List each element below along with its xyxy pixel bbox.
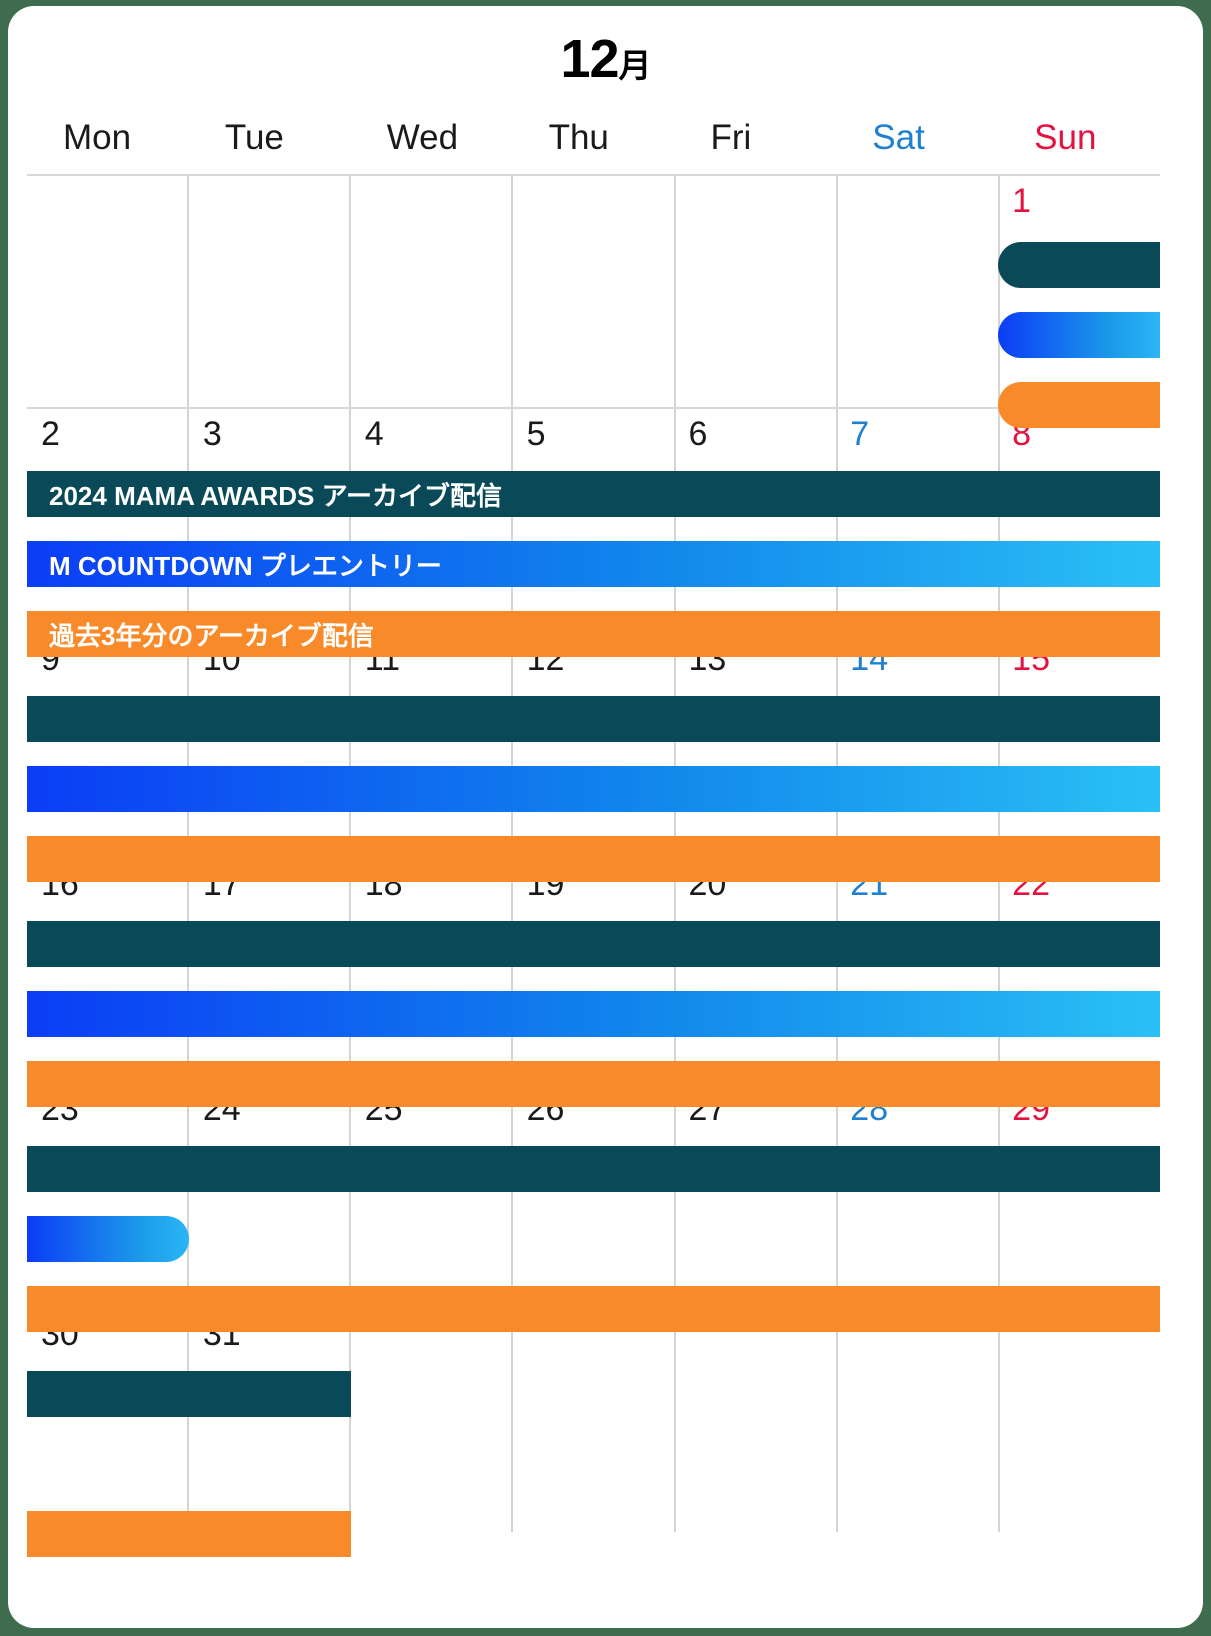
weekday-header-sat: Sat: [872, 118, 925, 157]
event-bar-teal[interactable]: 2024 MAMA AWARDS アーカイブ配信: [27, 471, 1160, 517]
day-number-7[interactable]: 7: [836, 409, 998, 465]
event-bar-label: M COUNTDOWN プレエントリー: [49, 550, 442, 581]
month-number: 12: [560, 29, 619, 89]
event-bar-teal[interactable]: [27, 1371, 351, 1417]
day-number-2[interactable]: 2: [27, 409, 189, 465]
day-number-1[interactable]: 1: [998, 176, 1160, 232]
event-bar-teal[interactable]: [27, 921, 1160, 967]
day-number-empty: [189, 176, 351, 232]
event-bar-orange[interactable]: [27, 1286, 1160, 1332]
event-bar-orange[interactable]: [27, 1511, 351, 1557]
calendar-week-row: 30 31: [27, 1307, 1160, 1557]
event-bars: [27, 690, 1160, 882]
calendar-card: 12月 Mon Tue Wed Thu Fri Sat Sun 1 2 3 4 5 6 7 8 2024 M…: [8, 6, 1203, 1628]
day-number-row: 2345678: [27, 409, 1160, 465]
event-bar-blue[interactable]: [998, 312, 1160, 358]
weekday-header-row: Mon Tue Wed Thu Fri Sat Sun: [27, 102, 1160, 174]
calendar-week-row: 23 24 25 26 27 28 29: [27, 1082, 1160, 1332]
day-number-6[interactable]: 6: [674, 409, 836, 465]
day-number-4[interactable]: 4: [351, 409, 513, 465]
event-bar-teal[interactable]: [27, 1146, 1160, 1192]
event-bar-orange[interactable]: [27, 1061, 1160, 1107]
event-bar-label: 過去3年分のアーカイブ配信: [49, 620, 374, 651]
weekday-header-tue: Tue: [224, 118, 284, 157]
weekday-header-mon: Mon: [63, 118, 132, 157]
day-number-row: 1: [27, 176, 1160, 232]
day-number-empty: [513, 176, 675, 232]
event-bar-label: 2024 MAMA AWARDS アーカイブ配信: [49, 480, 503, 511]
event-bars: [27, 915, 1160, 1107]
day-number-empty: [836, 176, 998, 232]
weekday-header-fri: Fri: [710, 118, 752, 157]
month-suffix: 月: [618, 47, 652, 84]
event-bar-blue[interactable]: [27, 991, 1160, 1037]
event-bar-teal[interactable]: [998, 242, 1160, 288]
day-number-empty: [674, 176, 836, 232]
day-number-3[interactable]: 3: [189, 409, 351, 465]
event-bar-orange[interactable]: [998, 382, 1160, 428]
page-title: 12月: [8, 6, 1203, 102]
weekday-header-wed: Wed: [386, 118, 459, 157]
event-bar-teal[interactable]: [27, 696, 1160, 742]
day-number-empty: [351, 176, 513, 232]
calendar-week-row: 2 3 4 5 6 7 8 2024 MAMA AWARDS アーカイブ配信 M COUNTDO…: [27, 407, 1160, 657]
event-bar-orange[interactable]: 過去3年分のアーカイブ配信: [27, 611, 1160, 657]
day-number-5[interactable]: 5: [513, 409, 675, 465]
calendar-week-row: 1: [27, 174, 1160, 428]
event-bar-blue[interactable]: [27, 1216, 189, 1262]
weekday-header-sun: Sun: [1034, 118, 1097, 157]
weekday-header-thu: Thu: [548, 118, 609, 157]
event-bar-blue[interactable]: M COUNTDOWN プレエントリー: [27, 541, 1160, 587]
event-bar-orange[interactable]: [27, 836, 1160, 882]
calendar-week-row: 9 10 11 12 13 14 15: [27, 632, 1160, 882]
event-bars: [27, 1365, 1160, 1557]
event-bars: 2024 MAMA AWARDS アーカイブ配信 M COUNTDOWN プレエン…: [27, 465, 1160, 657]
event-bars: [27, 1140, 1160, 1332]
calendar-weeks: 1 2 3 4 5 6 7 8 2024 MAMA AWARDS アーカイブ配信 M COUNTD…: [8, 174, 1203, 1557]
calendar-week-row: 16 17 18 19 20 21 22: [27, 857, 1160, 1107]
event-bar-blue[interactable]: [27, 766, 1160, 812]
event-bars: [27, 232, 1160, 428]
day-number-empty: [27, 176, 189, 232]
